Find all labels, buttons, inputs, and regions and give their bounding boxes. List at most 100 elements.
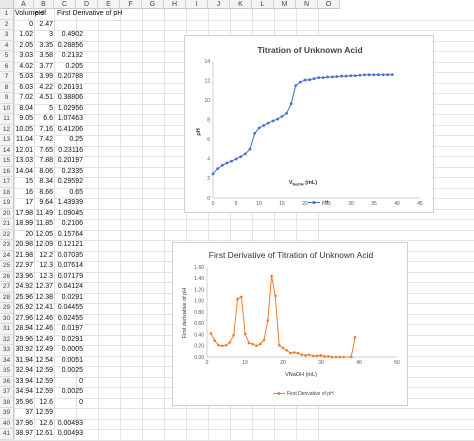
ph-cell[interactable]: 7.65 (34, 146, 54, 157)
derivative-cell[interactable]: 0.65 (54, 188, 84, 199)
volume-cell[interactable]: 1.02 (14, 30, 34, 41)
ph-cell[interactable]: 12.59 (34, 366, 54, 377)
ph-cell[interactable]: 12.49 (34, 345, 54, 356)
derivative-cell[interactable]: 0.20197 (54, 156, 84, 167)
derivative-cell[interactable] (54, 20, 84, 31)
row-header[interactable]: 5 (0, 51, 14, 62)
row-header[interactable]: 27 (0, 282, 14, 293)
row-header[interactable]: 19 (0, 198, 14, 209)
row-header[interactable]: 13 (0, 135, 14, 146)
column-header-m[interactable]: M (274, 0, 296, 9)
column-header-e[interactable]: E (98, 0, 120, 9)
derivative-cell[interactable]: 0.0197 (54, 324, 84, 335)
row-header[interactable]: 1 (0, 9, 14, 20)
derivative-cell[interactable]: 0.205 (54, 62, 84, 73)
volume-cell[interactable]: 33.94 (14, 377, 34, 388)
row-header[interactable]: 33 (0, 345, 14, 356)
volume-cell[interactable]: 30.92 (14, 345, 34, 356)
volume-cell[interactable]: 12.01 (14, 146, 34, 157)
ph-cell[interactable]: 11.49 (34, 209, 54, 220)
row-header[interactable]: 4 (0, 40, 14, 51)
ph-cell[interactable]: 12.6 (34, 398, 54, 409)
volume-cell[interactable]: 25.96 (14, 293, 34, 304)
titration-chart[interactable]: Titration of Unknown Acid 0 5 10 15 20 25 30 35 4… (184, 35, 434, 213)
volume-cell[interactable]: 13.03 (14, 156, 34, 167)
derivative-cell[interactable]: 0.04455 (54, 303, 84, 314)
ph-cell[interactable]: 3.77 (34, 62, 54, 73)
volume-cell[interactable]: 38.97 (14, 429, 34, 440)
volume-cell[interactable]: 9.05 (14, 114, 34, 125)
volume-cell[interactable]: 18.99 (14, 219, 34, 230)
ph-cell[interactable]: 12.46 (34, 324, 54, 335)
ph-cell[interactable]: 7.88 (34, 156, 54, 167)
column-header-g[interactable]: G (142, 0, 164, 9)
row-header[interactable]: 8 (0, 82, 14, 93)
derivative-cell[interactable]: 0.0051 (54, 356, 84, 367)
ph-cell[interactable]: 4.51 (34, 93, 54, 104)
ph-cell[interactable]: 8.34 (34, 177, 54, 188)
derivative-cell[interactable]: 0.4902 (54, 30, 84, 41)
ph-cell[interactable]: 12.41 (34, 303, 54, 314)
first-derivative-chart[interactable]: First Derivative of Titration of Unknown… (172, 242, 408, 406)
volume-cell[interactable]: 11.04 (14, 135, 34, 146)
ph-cell[interactable]: 8.66 (34, 188, 54, 199)
row-header[interactable]: 22 (0, 229, 14, 240)
row-header[interactable]: 38 (0, 397, 14, 408)
volume-cell[interactable]: 22.97 (14, 261, 34, 272)
column-header-o[interactable]: O (318, 0, 340, 9)
derivative-cell[interactable]: 0.25 (54, 135, 84, 146)
volume-cell[interactable]: 6.03 (14, 83, 34, 94)
derivative-cell[interactable]: 0.02455 (54, 314, 84, 325)
row-header[interactable]: 11 (0, 114, 14, 125)
derivative-cell[interactable]: 0.28856 (54, 41, 84, 52)
ph-cell[interactable]: 6.6 (34, 114, 54, 125)
column-header-d[interactable]: D (76, 0, 98, 9)
row-header[interactable]: 7 (0, 72, 14, 83)
derivative-cell[interactable]: 0.04124 (54, 282, 84, 293)
volume-cell[interactable]: 7.02 (14, 93, 34, 104)
volume-cell[interactable]: 37 (14, 408, 34, 419)
column-header-h[interactable]: H (164, 0, 186, 9)
row-header[interactable]: 16 (0, 166, 14, 177)
ph-cell[interactable]: 12.61 (34, 429, 54, 440)
derivative-cell[interactable]: 0.0291 (54, 335, 84, 346)
volume-cell[interactable]: 3.03 (14, 51, 34, 62)
header-cell-ph[interactable]: pH (34, 9, 54, 20)
ph-cell[interactable]: 4.22 (34, 83, 54, 94)
ph-cell[interactable]: 2.47 (34, 20, 54, 31)
column-header-i[interactable]: I (186, 0, 208, 9)
row-header[interactable]: 12 (0, 124, 14, 135)
derivative-cell[interactable]: 1.43939 (54, 198, 84, 209)
derivative-cell[interactable]: 0.07614 (54, 261, 84, 272)
ph-cell[interactable]: 12.6 (34, 419, 54, 430)
row-header[interactable]: 6 (0, 61, 14, 72)
ph-cell[interactable]: 5 (34, 104, 54, 115)
derivative-cell[interactable]: 1.02956 (54, 104, 84, 115)
ph-cell[interactable]: 8.06 (34, 167, 54, 178)
derivative-cell[interactable]: 0.00493 (54, 419, 84, 430)
volume-cell[interactable]: 8.04 (14, 104, 34, 115)
derivative-cell[interactable]: 0 (54, 377, 84, 388)
volume-cell[interactable]: 0 (14, 20, 34, 31)
column-header-j[interactable]: J (208, 0, 230, 9)
row-header[interactable]: 9 (0, 93, 14, 104)
ph-cell[interactable]: 12.38 (34, 293, 54, 304)
volume-cell[interactable]: 15 (14, 177, 34, 188)
column-header-n[interactable]: N (296, 0, 318, 9)
column-header-k[interactable]: K (230, 0, 252, 9)
volume-cell[interactable]: 27.96 (14, 314, 34, 325)
ph-cell[interactable]: 12.46 (34, 314, 54, 325)
row-header[interactable]: 14 (0, 145, 14, 156)
ph-cell[interactable]: 12.54 (34, 356, 54, 367)
ph-cell[interactable]: 12.49 (34, 335, 54, 346)
volume-cell[interactable]: 29.96 (14, 335, 34, 346)
row-header[interactable]: 35 (0, 366, 14, 377)
derivative-cell[interactable]: 0.0005 (54, 345, 84, 356)
row-header[interactable]: 41 (0, 429, 14, 440)
ph-cell[interactable]: 3.99 (34, 72, 54, 83)
volume-cell[interactable]: 23.96 (14, 272, 34, 283)
column-header-a[interactable]: A (14, 0, 34, 9)
row-header[interactable]: 3 (0, 30, 14, 41)
volume-cell[interactable]: 14.04 (14, 167, 34, 178)
ph-cell[interactable]: 12.2 (34, 251, 54, 262)
